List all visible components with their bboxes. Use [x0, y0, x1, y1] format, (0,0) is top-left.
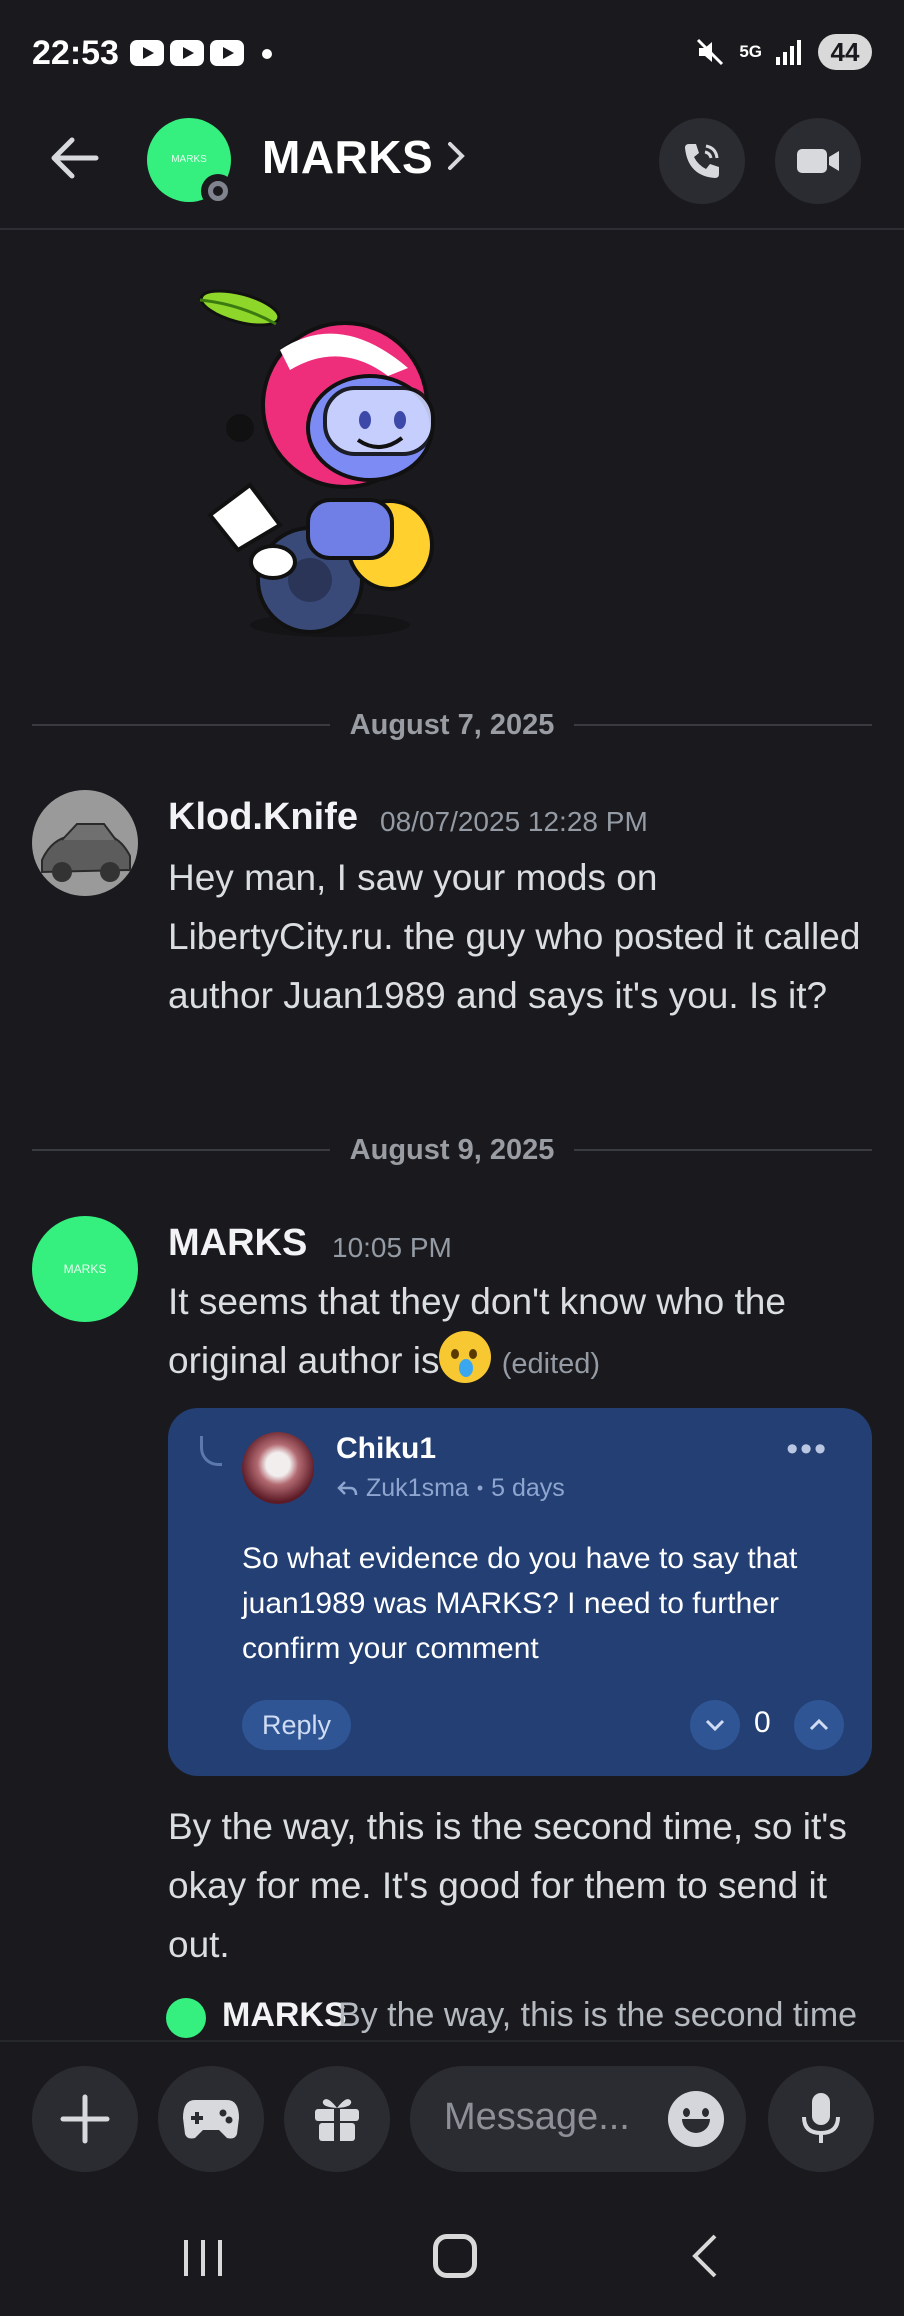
microphone-icon: [802, 2093, 840, 2143]
comment-reply-button: Reply: [242, 1700, 352, 1750]
emoji-picker-icon[interactable]: [668, 2091, 724, 2147]
back-button[interactable]: [44, 128, 104, 188]
date-divider: August 7, 2025: [32, 705, 872, 745]
message-composer: Message...: [0, 2040, 904, 2196]
message-placeholder: Message...: [444, 2096, 630, 2138]
youtube-icon: [130, 40, 164, 66]
reply-arrow-icon: [337, 1480, 358, 1495]
offline-status-icon: [201, 174, 235, 208]
date-label: August 9, 2025: [349, 1134, 555, 1166]
phone-icon: [685, 144, 719, 178]
upvote-icon: [794, 1700, 844, 1750]
discord-mascot-sticker[interactable]: [180, 280, 540, 650]
meta-separator: •: [476, 1478, 484, 1498]
user-avatar: [166, 1998, 206, 2038]
message-text: By the way, this is the second time: [338, 1996, 858, 2034]
system-back-button[interactable]: [690, 2232, 720, 2280]
avatar-text: MARKS: [171, 154, 207, 165]
youtube-icon: [210, 40, 244, 66]
channel-header: MARKS MARKS: [0, 104, 904, 230]
partial-message-preview[interactable]: MARKS By the way, this is the second tim…: [166, 1986, 886, 2038]
network-type: 5G: [739, 42, 762, 61]
user-avatar[interactable]: [32, 790, 138, 896]
reply-thread-line: [200, 1436, 222, 1466]
gift-icon: [315, 2099, 359, 2141]
notification-icons: [130, 40, 244, 66]
battery-indicator: 44: [818, 34, 872, 70]
arrow-left-icon: [51, 137, 99, 179]
message-timestamp: 08/07/2025 12:28 PM: [380, 806, 648, 837]
message-author[interactable]: MARKS: [168, 1222, 307, 1265]
voice-call-button[interactable]: [659, 118, 745, 204]
message-timestamp: 10:05 PM: [332, 1232, 452, 1263]
status-bar: 22:53 5G 44: [0, 0, 904, 104]
commenter-name: Chiku1: [336, 1432, 437, 1465]
avatar-text: MARKS: [63, 1262, 107, 1276]
message-text[interactable]: It seems that they don't know who the or…: [168, 1272, 878, 1394]
channel-title[interactable]: MARKS: [262, 130, 433, 184]
user-avatar[interactable]: MARKS: [32, 1216, 138, 1322]
activities-button[interactable]: [158, 2066, 264, 2172]
message-author: MARKS: [222, 1996, 347, 2034]
chevron-right-icon[interactable]: [445, 140, 467, 172]
message-author[interactable]: Klod.Knife: [168, 796, 358, 839]
embedded-comment-image[interactable]: Chiku1 Zuk1sma • 5 days ••• So what evid…: [168, 1408, 872, 1776]
reply-to-user: Zuk1sma: [366, 1474, 469, 1502]
mute-icon: [697, 38, 724, 66]
plus-icon: [60, 2094, 110, 2144]
face-holding-back-tears-emoji: [439, 1331, 492, 1383]
message-input[interactable]: Message...: [410, 2066, 746, 2172]
attach-button[interactable]: [32, 2066, 138, 2172]
more-options-icon: •••: [786, 1430, 828, 1468]
comment-meta: Zuk1sma • 5 days: [336, 1474, 565, 1503]
comment-text: So what evidence do you have to say that…: [242, 1542, 798, 1665]
message-text[interactable]: Hey man, I saw your mods on LibertyCity.…: [168, 848, 878, 1025]
comment-age: 5 days: [491, 1474, 565, 1502]
signal-icon: [776, 40, 801, 65]
youtube-icon: [170, 40, 204, 66]
gamepad-icon: [183, 2100, 239, 2139]
system-indicators: 5G 44: [695, 34, 872, 70]
downvote-icon: [690, 1700, 740, 1750]
clock: 22:53: [32, 34, 119, 72]
home-button[interactable]: [433, 2234, 477, 2278]
message-text[interactable]: By the way, this is the second time, so …: [168, 1797, 878, 1974]
video-camera-icon: [797, 149, 839, 173]
video-call-button[interactable]: [775, 118, 861, 204]
commenter-avatar: [242, 1432, 314, 1504]
vote-count: 0: [754, 1706, 771, 1739]
more-notifications-dot: [262, 49, 272, 59]
voice-message-button[interactable]: [768, 2066, 874, 2172]
date-label: August 7, 2025: [349, 709, 555, 741]
date-divider: August 9, 2025: [32, 1130, 872, 1170]
gift-button[interactable]: [284, 2066, 390, 2172]
system-navigation-bar: [0, 2196, 904, 2316]
edited-label: (edited): [501, 1348, 601, 1380]
recent-apps-button[interactable]: [180, 2236, 226, 2280]
